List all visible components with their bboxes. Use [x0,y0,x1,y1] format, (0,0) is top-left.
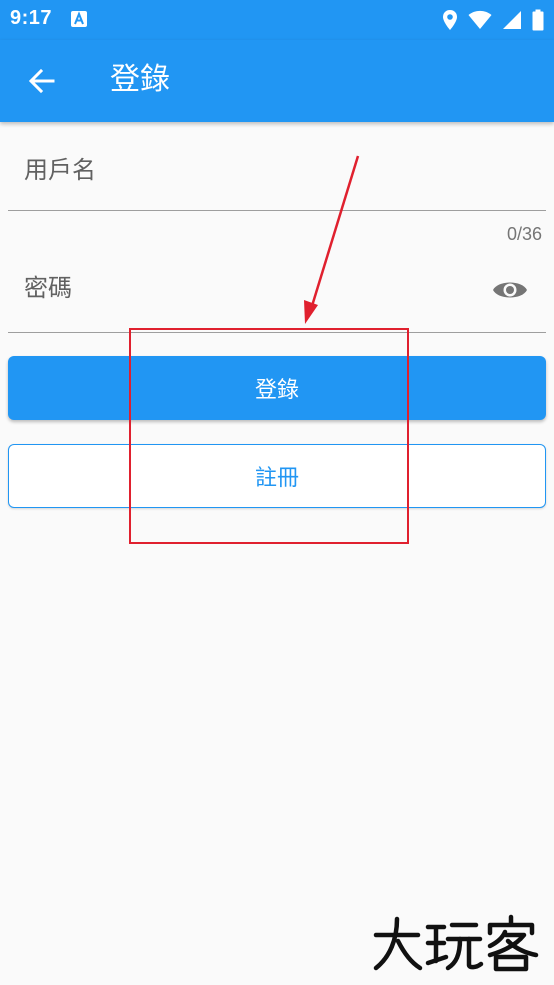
watermark-logo [373,914,539,972]
wifi-icon [468,10,492,29]
signal-icon [503,11,521,29]
notification-app-icon [71,11,87,27]
register-button-label: 註冊 [254,466,299,491]
username-input[interactable] [24,150,464,190]
status-icons [442,8,544,32]
location-icon [443,10,457,30]
password-char-counter: 0/36 [506,224,542,244]
register-button[interactable]: 註冊 [8,444,546,508]
login-button-label: 登錄 [254,378,299,403]
password-field[interactable] [8,264,546,333]
status-time: 9:17 [10,7,53,29]
eye-icon[interactable] [492,276,528,304]
app-bar: 登錄 [0,40,554,122]
username-field[interactable] [8,140,546,211]
battery-icon [532,9,544,31]
status-bar: 9:17 [0,0,554,40]
page-title: 登錄 [110,62,170,97]
back-arrow-icon[interactable] [26,65,58,97]
password-input[interactable] [24,268,464,308]
login-button[interactable]: 登錄 [8,356,546,420]
